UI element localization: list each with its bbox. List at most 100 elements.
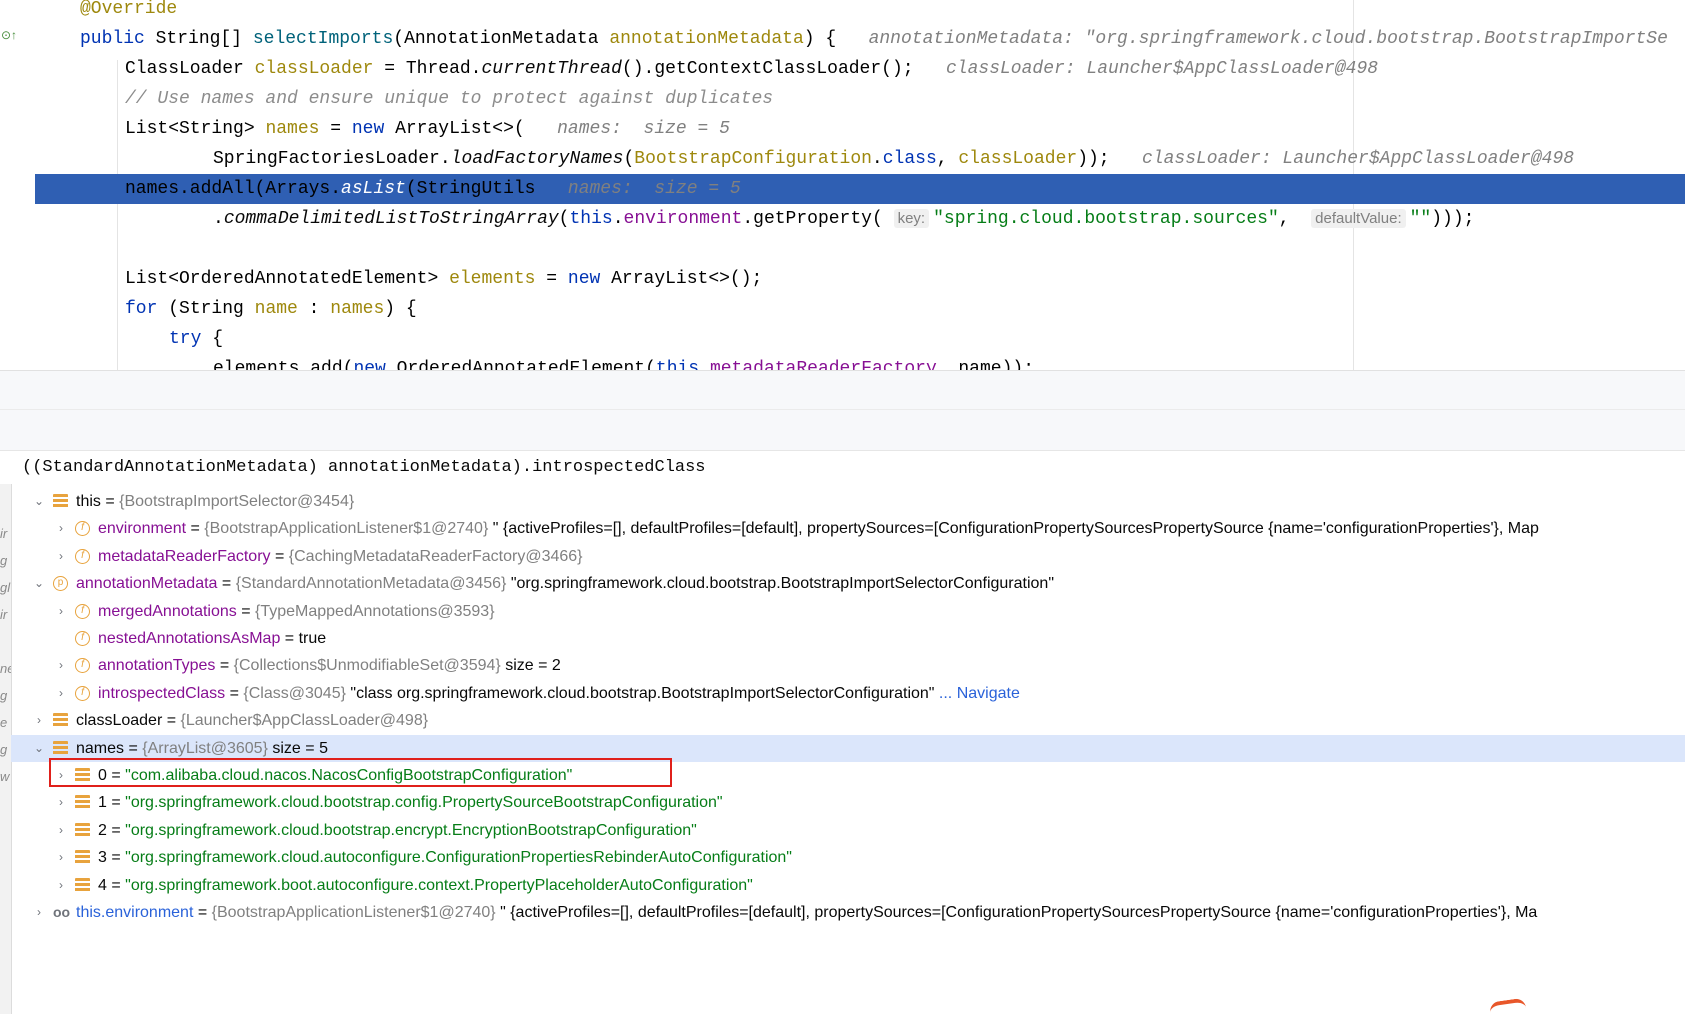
variable-name: annotationTypes — [98, 657, 216, 675]
variable-text: mergedAnnotations = {TypeMappedAnnotatio… — [98, 602, 495, 620]
variable-row[interactable]: › 4 = "org.springframework.boot.autoconfi… — [11, 872, 1685, 899]
chevron-right-icon[interactable]: › — [55, 844, 67, 871]
variable-icon — [75, 822, 90, 838]
variable-value: "class org.springframework.cloud.bootstr… — [350, 684, 935, 702]
variable-value: " {activeProfiles=[], defaultProfiles=[d… — [500, 904, 1538, 921]
chevron-right-icon[interactable]: › — [55, 652, 67, 679]
code-token: ClassLoader — [125, 59, 255, 79]
debug-toolbar-area — [0, 370, 1685, 451]
variable-value: "org.springframework.cloud.bootstrap.enc… — [125, 821, 697, 839]
chevron-right-icon[interactable]: › — [33, 707, 45, 734]
variable-icon — [75, 877, 90, 893]
code-line-3[interactable]: ClassLoader classLoader = Thread.current… — [0, 54, 1685, 84]
code-token: . — [699, 359, 710, 370]
variable-icon — [53, 494, 68, 509]
code-token: : — [297, 299, 331, 319]
chevron-down-icon[interactable]: ⌄ — [33, 570, 45, 597]
code-token: loadFactoryNames — [450, 149, 624, 169]
variable-name: this — [76, 493, 101, 510]
variable-row[interactable]: › 1 = "org.springframework.cloud.bootstra… — [11, 789, 1685, 816]
variable-row[interactable]: ⌄ p annotationMetadata = {StandardAnnotati… — [11, 570, 1685, 597]
code-token: names — [330, 299, 385, 319]
variable-value: true — [298, 630, 327, 647]
variable-row[interactable]: › f annotationTypes = {Collections$Unmodif… — [11, 652, 1685, 679]
variable-row[interactable]: ⌄ this = {BootstrapImportSelector@3454} — [11, 488, 1685, 515]
variable-text: 4 = "org.springframework.boot.autoconfig… — [98, 876, 753, 894]
variable-row[interactable]: › 2 = "org.springframework.cloud.bootstra… — [11, 817, 1685, 844]
code-token: , — [936, 149, 959, 169]
variable-value: size = 5 — [272, 739, 328, 757]
code-line-8[interactable]: .commaDelimitedListToStringArray(this.en… — [0, 204, 1685, 234]
variable-name: 2 — [98, 821, 107, 839]
code-token: ( — [558, 209, 570, 229]
inline-value-hint: annotationMetadata: "org.springframework… — [868, 29, 1668, 49]
code-line-2[interactable]: public String[] selectImports(Annotation… — [0, 24, 1685, 54]
code-line-6[interactable]: SpringFactoriesLoader.loadFactoryNames(B… — [0, 144, 1685, 174]
code-line-13[interactable]: elements.add(new OrderedAnnotatedElement… — [0, 354, 1685, 370]
variable-ref: {BootstrapApplicationListener$1@2740} — [211, 904, 496, 921]
variable-value: size = 2 — [505, 657, 561, 675]
variable-icon — [53, 740, 68, 756]
variable-text: 2 = "org.springframework.cloud.bootstrap… — [98, 821, 697, 839]
code-token: for — [125, 299, 169, 319]
code-line-4[interactable]: // Use names and ensure unique to protec… — [0, 84, 1685, 114]
code-line-10[interactable]: List<OrderedAnnotatedElement> elements =… — [0, 264, 1685, 294]
code-token: = — [535, 269, 568, 289]
variable-text: nestedAnnotationsAsMap = true — [98, 630, 327, 647]
variable-text: this = {BootstrapImportSelector@3454} — [76, 493, 355, 510]
code-editor[interactable]: ⊙↑ @Override public String[] selectImpor… — [0, 0, 1685, 370]
variable-text: annotationTypes = {Collections$Unmodifia… — [98, 657, 561, 675]
variable-row[interactable]: › f environment = {BootstrapApplicationLis… — [11, 515, 1685, 542]
chevron-right-icon[interactable]: › — [55, 872, 67, 899]
navigate-link[interactable]: ... Navigate — [934, 685, 1020, 702]
code-line-9[interactable] — [0, 234, 1685, 264]
chevron-right-icon[interactable]: › — [55, 543, 67, 570]
variable-name: classLoader — [76, 712, 163, 730]
variable-name: mergedAnnotations — [98, 602, 237, 620]
variable-row[interactable]: › 3 = "org.springframework.cloud.autoconf… — [11, 844, 1685, 871]
variable-text: 1 = "org.springframework.cloud.bootstrap… — [98, 794, 723, 812]
code-token: try — [169, 329, 213, 349]
variable-text: classLoader = {Launcher$AppClassLoader@4… — [76, 712, 429, 730]
variable-ref: {CachingMetadataReaderFactory@3466} — [288, 547, 583, 565]
chevron-right-icon[interactable]: › — [33, 899, 45, 926]
chevron-right-icon[interactable]: › — [55, 789, 67, 816]
variable-row[interactable]: › classLoader = {Launcher$AppClassLoader@… — [11, 707, 1685, 734]
variable-row[interactable]: › f introspectedClass = {Class@3045} "clas… — [11, 680, 1685, 707]
variable-row[interactable]: › oo this.environment = {BootstrapApplicat… — [11, 899, 1685, 926]
code-token: = Thread. — [373, 59, 482, 79]
chevron-right-icon[interactable]: › — [55, 598, 67, 625]
variable-text: 3 = "org.springframework.cloud.autoconfi… — [98, 849, 792, 867]
code-token: "spring.cloud.bootstrap.sources" — [933, 209, 1279, 229]
variable-ref: {TypeMappedAnnotations@3593} — [255, 602, 495, 620]
code-token: ArrayList<>( — [395, 119, 558, 139]
code-token: SpringFactoriesLoader. — [213, 149, 451, 169]
chevron-down-icon[interactable]: ⌄ — [33, 488, 45, 515]
chevron-down-icon[interactable]: ⌄ — [33, 735, 45, 762]
code-token: @Override — [80, 0, 178, 19]
chevron-right-icon[interactable]: › — [55, 515, 67, 542]
variable-icon — [53, 713, 68, 729]
variable-ref: {Collections$UnmodifiableSet@3594} — [233, 657, 501, 675]
field-icon: f — [75, 548, 90, 564]
variable-ref: {ArrayList@3605} — [142, 739, 268, 757]
code-line-7-current[interactable]: names.addAll(Arrays.asList(StringUtils n… — [35, 174, 1685, 204]
variable-row[interactable]: › f mergedAnnotations = {TypeMappedAnnotat… — [11, 598, 1685, 625]
chevron-right-icon[interactable]: › — [55, 680, 67, 707]
field-icon: f — [75, 631, 90, 646]
code-token: "" — [1409, 209, 1432, 229]
code-line-11[interactable]: for (String name : names) { — [0, 294, 1685, 324]
variable-row[interactable]: › f metadataReaderFactory = {CachingMetada… — [11, 543, 1685, 570]
chevron-right-icon[interactable]: › — [55, 817, 67, 844]
code-token: elements.add( — [213, 359, 354, 370]
variable-text: this.environment = {BootstrapApplication… — [76, 904, 1538, 921]
variable-row[interactable]: f nestedAnnotationsAsMap = true — [11, 625, 1685, 652]
code-line-1[interactable]: @Override — [0, 0, 1685, 24]
code-token: // Use names and ensure unique to protec… — [125, 89, 774, 109]
evaluate-expression[interactable]: ((StandardAnnotationMetadata) annotation… — [22, 458, 706, 477]
code-line-12[interactable]: try { — [0, 324, 1685, 354]
code-token: environment — [623, 209, 743, 229]
code-line-5[interactable]: List<String> names = new ArrayList<>( na… — [0, 114, 1685, 144]
code-token: . — [213, 209, 224, 229]
code-token: new — [351, 119, 396, 139]
